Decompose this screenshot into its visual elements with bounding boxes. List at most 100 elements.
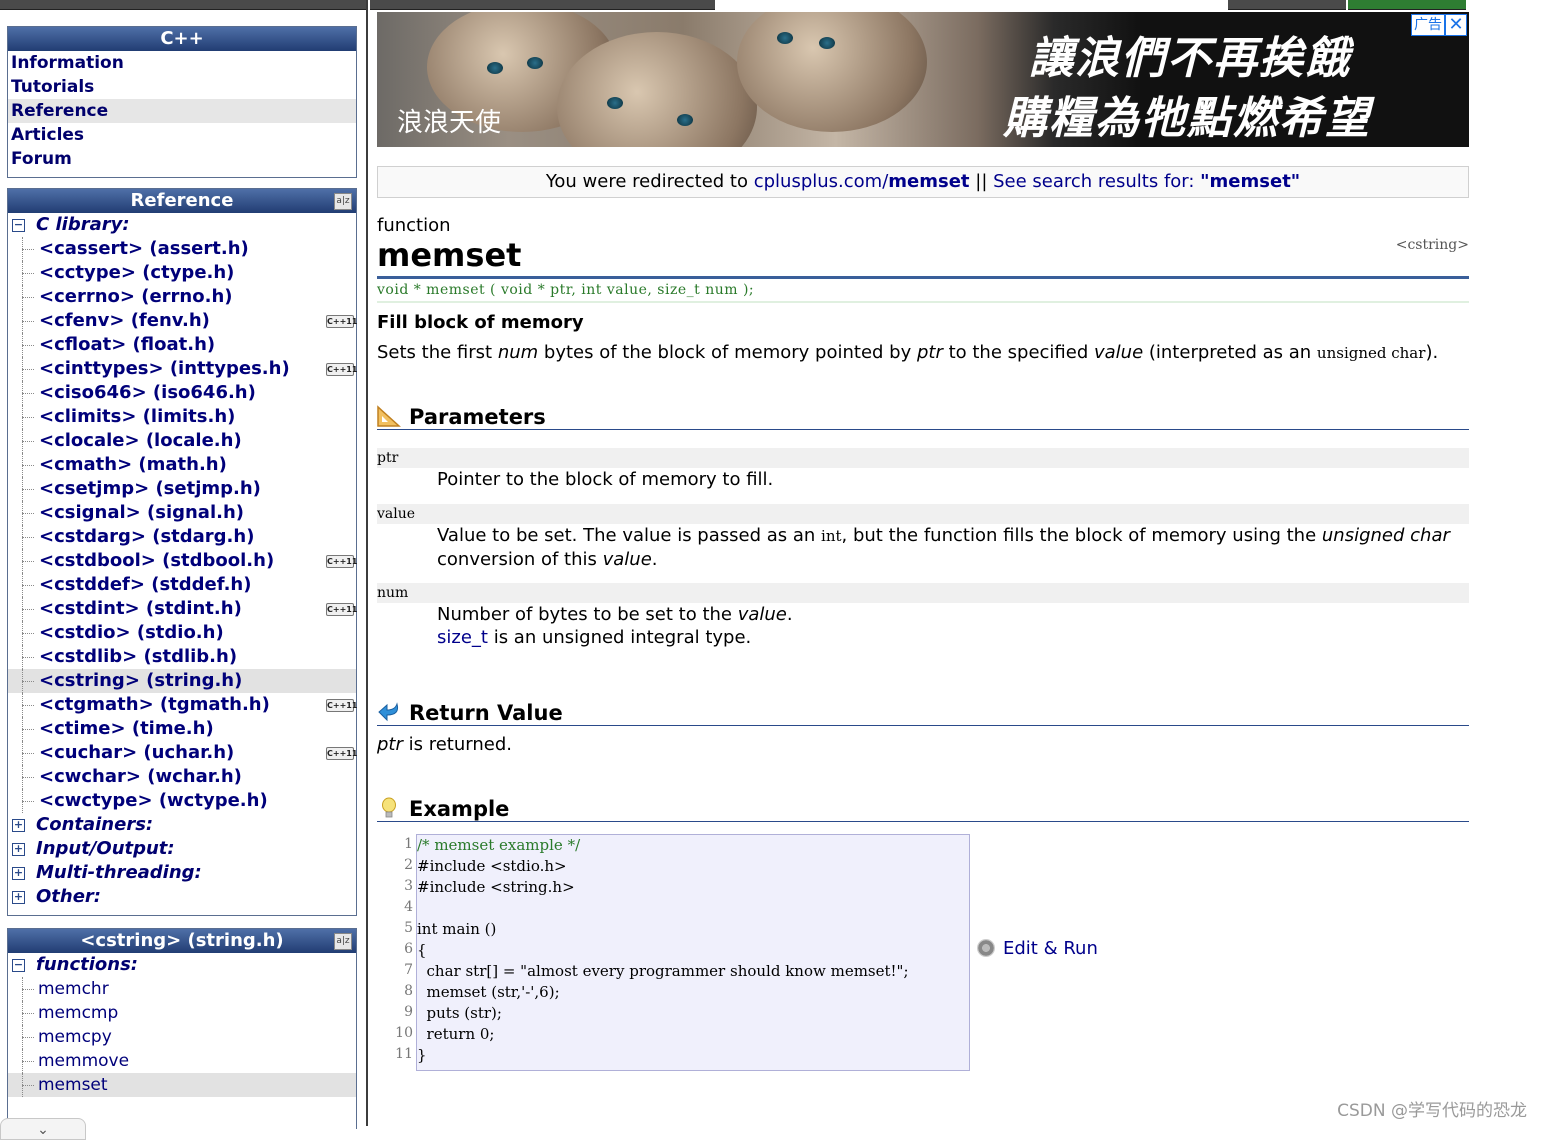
cpp-nav-item-information[interactable]: Information [8, 51, 356, 75]
tree-item-header[interactable]: <cstdarg> (stdarg.h) [8, 525, 356, 549]
tree-item-label[interactable]: <cstdbool> (stdbool.h) [39, 549, 274, 573]
gear-icon[interactable] [977, 939, 995, 957]
tree-item-header[interactable]: <climits> (limits.h) [8, 405, 356, 429]
desc-num: num [497, 342, 539, 363]
edit-run-label[interactable]: Edit & Run [1003, 938, 1098, 959]
tree-category-label[interactable]: Input/Output: [36, 837, 175, 861]
function-item-label[interactable]: memcpy [38, 1025, 112, 1049]
tree-category-input-output[interactable]: + Input/Output: [8, 837, 356, 861]
tree-item-header[interactable]: <cuchar> (uchar.h) C++11 [8, 741, 357, 765]
tree-item-header[interactable]: <cstddef> (stddef.h) [8, 573, 356, 597]
search-results-link[interactable]: See search results for: "memset" [993, 171, 1300, 192]
tree-item-header[interactable]: <cassert> (assert.h) [8, 237, 356, 261]
tree-item-header[interactable]: <ctgmath> (tgmath.h) C++11 [8, 693, 357, 717]
tree-item-label[interactable]: <cinttypes> (inttypes.h) [39, 357, 290, 381]
header-tag[interactable]: <cstring> [1396, 226, 1469, 264]
function-item[interactable]: memcmp [8, 1001, 356, 1025]
tree-item-header[interactable]: <cstring> (string.h) [8, 669, 356, 693]
tree-item-label[interactable]: <csignal> (signal.h) [39, 501, 244, 525]
size-t-link[interactable]: size_t [437, 627, 488, 648]
collapse-icon[interactable]: − [12, 219, 25, 232]
tree-item-header[interactable]: <cerrno> (errno.h) [8, 285, 356, 309]
tree-item-header[interactable]: <ciso646> (iso646.h) [8, 381, 356, 405]
tree-item-header[interactable]: <cfloat> (float.h) [8, 333, 356, 357]
cpp-nav-item-forum[interactable]: Forum [8, 147, 356, 171]
tree-item-label[interactable]: <cwctype> (wctype.h) [39, 789, 268, 813]
tree-category-label[interactable]: C library: [36, 213, 130, 237]
function-item[interactable]: memcpy [8, 1025, 356, 1049]
function-item-label[interactable]: memmove [38, 1049, 129, 1073]
tree-item-label[interactable]: <cfloat> (float.h) [39, 333, 215, 357]
ad-label[interactable]: 广告 [1411, 14, 1445, 36]
tree-item-header[interactable]: <cstdio> (stdio.h) [8, 621, 356, 645]
redirect-site[interactable]: cplusplus.com/ [754, 171, 889, 192]
tree-item-label[interactable]: <cstdlib> (stdlib.h) [39, 645, 237, 669]
redirect-target[interactable]: memset [888, 171, 969, 192]
tree-item-header[interactable]: <csignal> (signal.h) [8, 501, 356, 525]
close-icon[interactable]: ✕ [1445, 14, 1467, 36]
ad-banner[interactable]: 浪浪天使 讓浪們不再挨餓 購糧為牠點燃希望 广告 ✕ [377, 12, 1469, 147]
tree-item-label[interactable]: <cerrno> (errno.h) [39, 285, 233, 309]
expand-icon[interactable]: + [12, 867, 25, 880]
tree-item-label[interactable]: <cuchar> (uchar.h) [39, 741, 234, 765]
cpp-nav-item-tutorials[interactable]: Tutorials [8, 75, 356, 99]
redirect-link[interactable]: cplusplus.com/memset [754, 171, 970, 192]
tree-item-label[interactable]: <ctgmath> (tgmath.h) [39, 693, 270, 717]
tree-item-label[interactable]: <cstdint> (stdint.h) [39, 597, 242, 621]
book-icon[interactable]: a|z [334, 933, 352, 950]
function-item[interactable]: memchr [8, 977, 356, 1001]
search-term[interactable]: "memset" [1200, 171, 1300, 192]
tree-item-header[interactable]: <ctime> (time.h) [8, 717, 356, 741]
tree-item-label[interactable]: <cctype> (ctype.h) [39, 261, 234, 285]
tree-item-label[interactable]: <cstring> (string.h) [39, 669, 242, 693]
tree-item-header[interactable]: <clocale> (locale.h) [8, 429, 356, 453]
tree-category-functions[interactable]: − functions: [8, 953, 356, 977]
search-prefix[interactable]: See search results for: [993, 171, 1200, 192]
tree-item-header[interactable]: <cmath> (math.h) [8, 453, 356, 477]
tree-item-label[interactable]: <cassert> (assert.h) [39, 237, 249, 261]
function-item-label[interactable]: memchr [38, 977, 109, 1001]
cpp-nav-item-reference[interactable]: Reference [8, 99, 356, 123]
tree-item-label[interactable]: <cfenv> (fenv.h) [39, 309, 210, 333]
tree-item-label[interactable]: <ctime> (time.h) [39, 717, 214, 741]
chevron-down-icon[interactable]: ⌄ [0, 1118, 86, 1140]
tree-item-label[interactable]: <cstdarg> (stdarg.h) [39, 525, 254, 549]
function-item[interactable]: memset [8, 1073, 356, 1097]
function-item-label[interactable]: memset [38, 1073, 108, 1097]
tree-item-header[interactable]: <cctype> (ctype.h) [8, 261, 356, 285]
expand-icon[interactable]: + [12, 891, 25, 904]
tree-item-label[interactable]: <ciso646> (iso646.h) [39, 381, 256, 405]
tree-item-label[interactable]: <cwchar> (wchar.h) [39, 765, 242, 789]
tree-category-containers[interactable]: + Containers: [8, 813, 356, 837]
cpp-nav-item-articles[interactable]: Articles [8, 123, 356, 147]
tree-item-header[interactable]: <cstdlib> (stdlib.h) [8, 645, 356, 669]
tree-item-label[interactable]: <csetjmp> (setjmp.h) [39, 477, 261, 501]
tree-category-label[interactable]: Other: [36, 885, 101, 909]
tree-item-header[interactable]: <cinttypes> (inttypes.h) C++11 [8, 357, 357, 381]
tree-category-other[interactable]: + Other: [8, 885, 356, 909]
tree-item-label[interactable]: <cmath> (math.h) [39, 453, 227, 477]
collapse-icon[interactable]: − [12, 959, 25, 972]
expand-icon[interactable]: + [12, 843, 25, 856]
tree-item-header[interactable]: <csetjmp> (setjmp.h) [8, 477, 356, 501]
tree-item-header[interactable]: <cstdbool> (stdbool.h) C++11 [8, 549, 357, 573]
tree-item-label[interactable]: <clocale> (locale.h) [39, 429, 242, 453]
tree-category-multi-threading[interactable]: + Multi-threading: [8, 861, 356, 885]
tree-category-label[interactable]: Containers: [36, 813, 153, 837]
tree-category-c-library[interactable]: − C library: [8, 213, 356, 237]
tree-item-label[interactable]: <cstdio> (stdio.h) [39, 621, 224, 645]
book-icon[interactable]: a|z [334, 193, 352, 210]
tree-item-header[interactable]: <cwchar> (wchar.h) [8, 765, 356, 789]
function-item-label[interactable]: memcmp [38, 1001, 118, 1025]
code-block[interactable]: /* memset example */ #include <stdio.h> #i… [416, 834, 970, 1071]
tree-item-header[interactable]: <cwctype> (wctype.h) [8, 789, 356, 813]
tree-item-label[interactable]: <climits> (limits.h) [39, 405, 235, 429]
tree-item-header[interactable]: <cstdint> (stdint.h) C++11 [8, 597, 357, 621]
edit-run-link[interactable]: Edit & Run [977, 938, 1098, 959]
function-item[interactable]: memmove [8, 1049, 356, 1073]
expand-icon[interactable]: + [12, 819, 25, 832]
tree-item-label[interactable]: <cstddef> (stddef.h) [39, 573, 251, 597]
tree-item-header[interactable]: <cfenv> (fenv.h) C++11 [8, 309, 357, 333]
tree-category-label[interactable]: functions: [36, 953, 138, 977]
tree-category-label[interactable]: Multi-threading: [36, 861, 202, 885]
